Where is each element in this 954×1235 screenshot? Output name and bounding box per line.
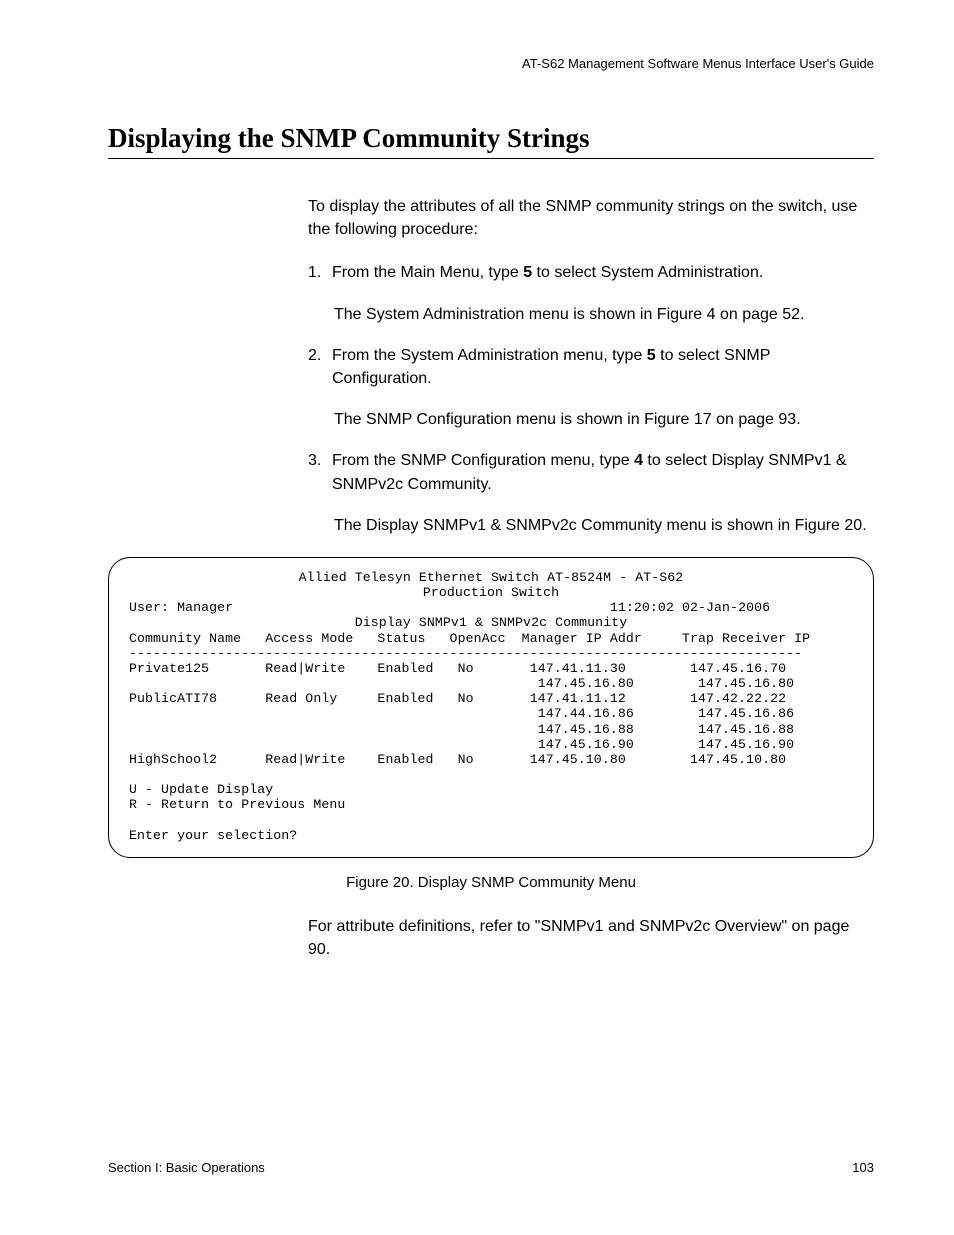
doc-header: AT-S62 Management Software Menus Interfa… <box>108 56 874 71</box>
step-key: 5 <box>523 264 532 281</box>
menu-row: 147.45.16.88 147.45.16.88 <box>129 722 853 737</box>
menu-title-2: Production Switch <box>129 585 853 600</box>
step-text: From the Main Menu, type <box>332 264 523 281</box>
step-text: From the System Administration menu, typ… <box>332 347 647 364</box>
step-followup: The SNMP Configuration menu is shown in … <box>334 408 874 431</box>
step-3: 3.From the SNMP Configuration menu, type… <box>308 449 874 537</box>
menu-display: Allied Telesyn Ethernet Switch AT-8524M … <box>108 557 874 858</box>
title-divider <box>108 158 874 159</box>
intro-paragraph: To display the attributes of all the SNM… <box>308 195 874 241</box>
step-text: From the SNMP Configuration menu, type <box>332 452 634 469</box>
menu-row: PublicATI78 Read Only Enabled No 147.41.… <box>129 691 853 706</box>
menu-row: 147.45.16.90 147.45.16.90 <box>129 737 853 752</box>
step-number: 2. <box>308 344 332 367</box>
menu-prompt: Enter your selection? <box>129 828 853 843</box>
step-text-post: to select System Administration. <box>532 264 763 281</box>
step-2: 2.From the System Administration menu, t… <box>308 344 874 432</box>
menu-divider: ----------------------------------------… <box>129 646 853 661</box>
figure-caption: Figure 20. Display SNMP Community Menu <box>108 874 874 891</box>
step-number: 1. <box>308 261 332 284</box>
step-key: 5 <box>647 347 656 364</box>
menu-user: User: Manager <box>129 600 233 615</box>
step-followup: The Display SNMPv1 & SNMPv2c Community m… <box>334 514 874 537</box>
page-footer: Section I: Basic Operations 103 <box>108 1160 874 1175</box>
menu-row: HighSchool2 Read|Write Enabled No 147.45… <box>129 752 853 767</box>
menu-title-1: Allied Telesyn Ethernet Switch AT-8524M … <box>129 570 853 585</box>
menu-columns: Community Name Access Mode Status OpenAc… <box>129 631 853 646</box>
menu-user-row: User: Manager 11:20:02 02-Jan-2006 <box>129 600 853 615</box>
procedure-steps: 1.From the Main Menu, type 5 to select S… <box>308 261 874 537</box>
step-key: 4 <box>634 452 643 469</box>
step-number: 3. <box>308 449 332 472</box>
menu-subtitle: Display SNMPv1 & SNMPv2c Community <box>129 615 853 630</box>
footer-left: Section I: Basic Operations <box>108 1160 265 1175</box>
menu-row: Private125 Read|Write Enabled No 147.41.… <box>129 661 853 676</box>
menu-timestamp: 11:20:02 02-Jan-2006 <box>610 600 770 615</box>
closing-text: For attribute definitions, refer to "SNM… <box>308 915 874 961</box>
section-title: Displaying the SNMP Community Strings <box>108 123 874 154</box>
menu-row: 147.44.16.86 147.45.16.86 <box>129 706 853 721</box>
menu-option-u: U - Update Display <box>129 782 853 797</box>
menu-option-r: R - Return to Previous Menu <box>129 797 853 812</box>
step-followup: The System Administration menu is shown … <box>334 303 874 326</box>
menu-row: 147.45.16.80 147.45.16.80 <box>129 676 853 691</box>
step-1: 1.From the Main Menu, type 5 to select S… <box>308 261 874 325</box>
footer-page-number: 103 <box>852 1160 874 1175</box>
